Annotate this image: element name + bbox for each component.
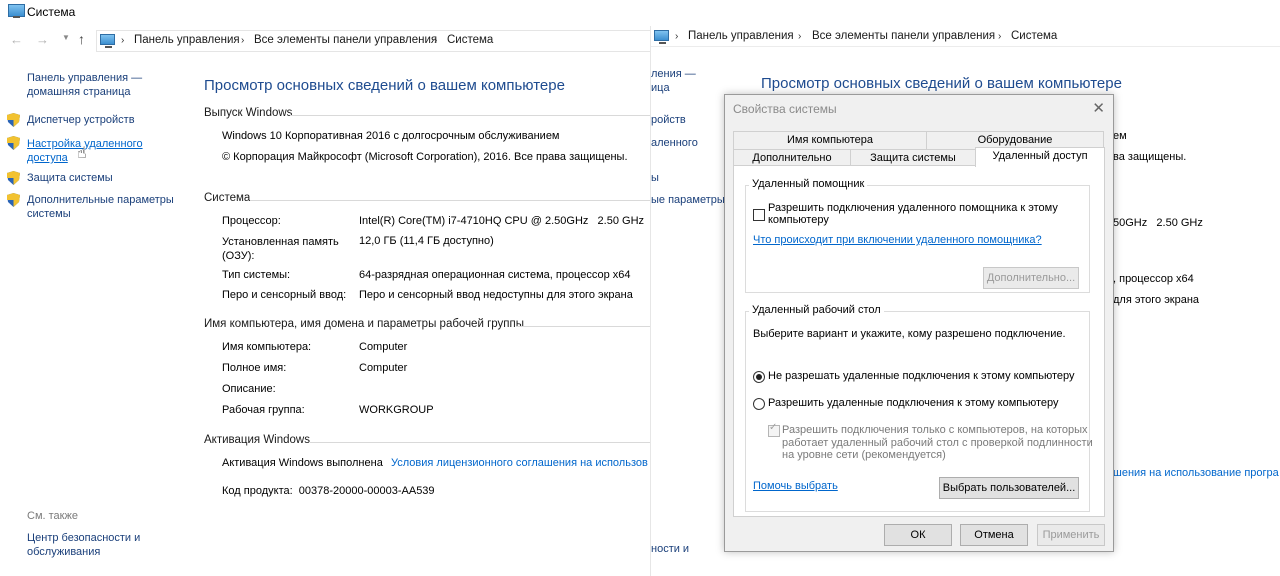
bg-fragment: 50GHz 2.50 GHz (1113, 217, 1203, 229)
product-key: Код продукта: 00378-20000-00003-AA539 (222, 485, 435, 497)
help-me-choose-link[interactable]: Помочь выбрать (753, 480, 838, 492)
system-type-label: Тип системы: (222, 269, 291, 281)
activation-status: Активация Windows выполнена (222, 457, 383, 469)
cancel-button[interactable]: Отмена (960, 524, 1028, 546)
allow-remote-assistance-label: Разрешить подключения удаленного помощни… (768, 202, 1058, 226)
bg-sidebar-fragment: ления — (651, 68, 696, 80)
bg-sidebar-fragment: ица (651, 82, 670, 94)
allow-remote-radio[interactable] (753, 398, 765, 410)
crumb-all-items[interactable]: Все элементы панели управления (254, 34, 437, 46)
bg-crumb-all-items: Все элементы панели управления (812, 30, 996, 42)
bg-page-title: Просмотр основных сведений о вашем компь… (761, 75, 1122, 92)
full-name-value: Computer (359, 362, 408, 374)
nla-checkmark-icon: ✓ (769, 422, 778, 433)
edition-copyright: © Корпорация Майкрософт (Microsoft Corpo… (222, 151, 628, 163)
deny-remote-label[interactable]: Не разрешать удаленные подключения к это… (768, 370, 1075, 382)
remote-assistance-help-link[interactable]: Что происходит при включении удаленного … (753, 234, 1042, 246)
page-title: Просмотр основных сведений о вашем компь… (204, 77, 565, 94)
bg-fragment: , процессор x64 (1113, 273, 1194, 285)
select-users-button[interactable]: Выбрать пользователей... (939, 477, 1079, 499)
bg-fragment: шения на использование програ (1113, 467, 1279, 479)
divider (310, 442, 650, 443)
remote-desktop-label: Удаленный рабочий стол (749, 304, 884, 316)
apply-button: Применить (1037, 524, 1105, 546)
crumb-system[interactable]: Система (447, 34, 493, 46)
allow-remote-assistance-checkbox[interactable] (753, 209, 765, 221)
full-name-label: Полное имя: (222, 362, 287, 374)
computer-name-label: Имя компьютера: (222, 341, 312, 353)
remote-desktop-description: Выберите вариант и укажите, кому разреше… (753, 328, 1066, 340)
memory-label: Установленная память (ОЗУ): (222, 236, 339, 262)
pen-touch-value: Перо и сенсорный ввод недоступны для это… (359, 289, 633, 301)
advanced-button: Дополнительно... (983, 267, 1079, 289)
shield-icon (7, 171, 20, 185)
see-also-label: См. также (27, 510, 78, 522)
section-edition-heading: Выпуск Windows (204, 107, 293, 119)
sidebar-item-device-manager[interactable]: Диспетчер устройств (27, 114, 135, 126)
bg-sidebar-fragment: ые параметры (651, 194, 725, 206)
divider (290, 115, 650, 116)
recent-dropdown-icon[interactable]: ▼ (62, 33, 70, 42)
sidebar-item-advanced-settings[interactable]: Дополнительные параметры системы (27, 193, 174, 221)
sidebar-item-security-center[interactable]: Центр безопасности и обслуживания (27, 531, 140, 559)
processor-value: Intel(R) Core(TM) i7-4710HQ CPU @ 2.50GH… (359, 215, 645, 227)
bg-sidebar-fragment: ройств (651, 114, 686, 126)
divider (516, 326, 650, 327)
sidebar-home-link[interactable]: Панель управления — домашняя страница (27, 71, 142, 99)
dialog-title: Свойства системы (733, 102, 837, 116)
nla-label: Разрешить подключения только с компьютер… (782, 424, 1093, 461)
system-type-value: 64-разрядная операционная система, проце… (359, 269, 631, 281)
bg-fragment: ности и (651, 543, 690, 555)
deny-remote-radio[interactable] (753, 371, 765, 383)
pen-touch-label: Перо и сенсорный ввод: (222, 289, 347, 301)
sidebar-item-system-protection[interactable]: Защита системы (27, 172, 113, 184)
workgroup-label: Рабочая группа: (222, 404, 305, 416)
crumb-separator-icon: › (798, 31, 802, 42)
workgroup-value: WORKGROUP (359, 404, 434, 416)
section-system-heading: Система (204, 192, 251, 204)
system-properties-dialog: Свойства системы ✕ Имя компьютера Оборуд… (724, 94, 1114, 552)
bg-fragment: для этого экрана (1113, 294, 1200, 306)
shield-icon (7, 193, 20, 207)
back-arrow-icon[interactable]: ← (10, 32, 23, 47)
computer-name-value: Computer (359, 341, 408, 353)
bg-sidebar-fragment: аленного (651, 137, 698, 149)
remote-tab-panel: Удаленный помощник Разрешить подключения… (733, 165, 1105, 517)
section-activation-heading: Активация Windows (204, 434, 310, 446)
crumb-control-panel[interactable]: Панель управления (134, 34, 240, 46)
processor-label: Процессор: (222, 215, 281, 227)
memory-value: 12,0 ГБ (11,4 ГБ доступно) (359, 235, 494, 247)
bg-crumb-control-panel: Панель управления (688, 30, 794, 42)
window-title: Система (27, 5, 76, 19)
system-window-icon (8, 4, 25, 18)
address-computer-icon (654, 30, 669, 44)
crumb-separator-icon: › (998, 31, 1002, 42)
edition-name: Windows 10 Корпоративная 2016 с долгосро… (222, 130, 560, 142)
remote-assistance-label: Удаленный помощник (749, 178, 868, 190)
hand-cursor-icon: ☝ (77, 145, 87, 162)
divider (250, 200, 650, 201)
license-terms-link[interactable]: Условия лицензионного соглашения на испо… (391, 457, 650, 469)
crumb-separator-icon: › (121, 35, 125, 46)
forward-arrow-icon[interactable]: → (36, 32, 49, 47)
bg-fragment: ва защищены. (1113, 151, 1187, 163)
shield-icon (7, 136, 20, 150)
crumb-separator-icon: › (675, 31, 679, 42)
up-arrow-icon[interactable]: ↑ (78, 31, 85, 47)
section-computer-heading: Имя компьютера, имя домена и параметры р… (204, 318, 525, 330)
crumb-separator-icon: › (434, 35, 438, 46)
shield-icon (7, 113, 20, 127)
tab-computer-name[interactable]: Имя компьютера (733, 131, 927, 150)
bg-sidebar-fragment: ы (651, 172, 659, 184)
allow-remote-label[interactable]: Разрешить удаленные подключения к этому … (768, 397, 1059, 409)
bg-fragment: ем (1113, 130, 1127, 142)
tab-remote[interactable]: Удаленный доступ (975, 147, 1105, 167)
bg-crumb-system: Система (1011, 30, 1058, 42)
address-computer-icon (100, 34, 115, 48)
crumb-separator-icon: › (241, 35, 245, 46)
close-icon[interactable]: ✕ (1092, 99, 1105, 117)
ok-button[interactable]: ОК (884, 524, 952, 546)
description-label: Описание: (222, 383, 276, 395)
